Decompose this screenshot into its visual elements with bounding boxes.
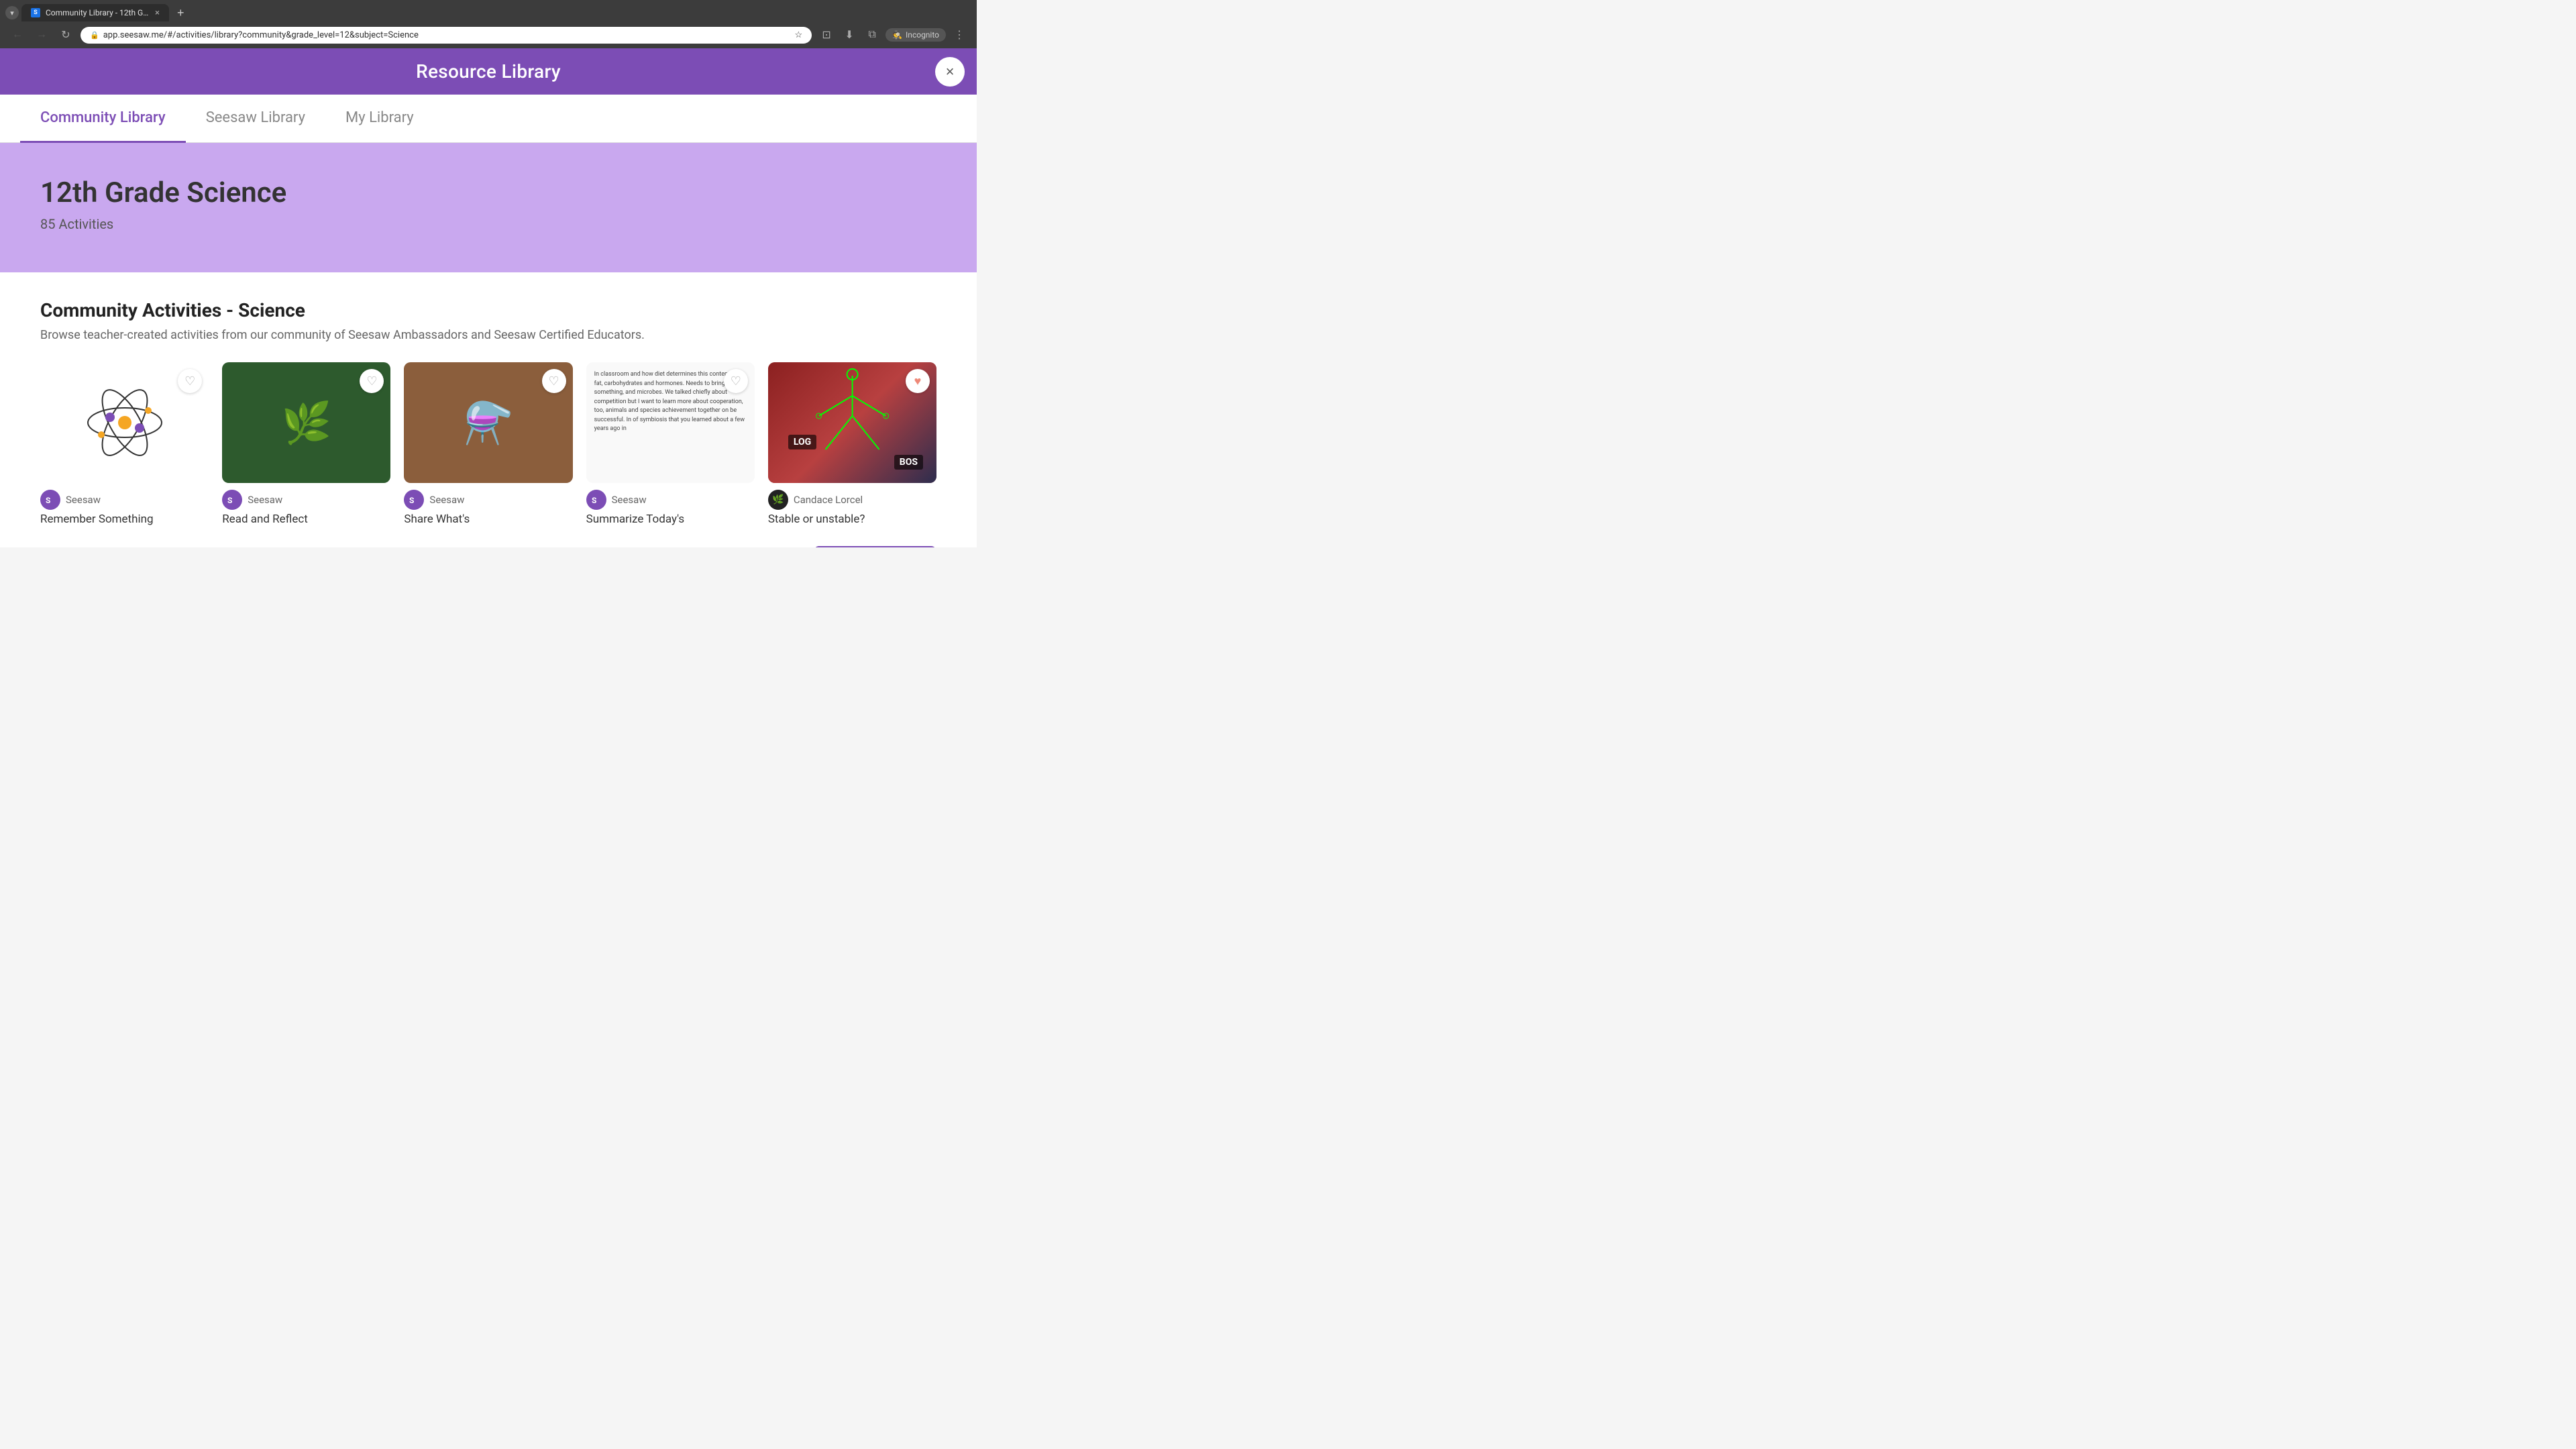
nav-actions: ⊡ ⬇ ⧉ 🕵 Incognito ⋮ [817, 25, 969, 44]
seesaw-logo-1: S [225, 493, 239, 506]
bos-label: BOS [894, 455, 923, 470]
resource-library-title: Resource Library [12, 60, 965, 83]
main-content: Community Activities - Science Browse te… [0, 272, 977, 547]
section-description: Browse teacher-created activities from o… [40, 328, 936, 342]
svg-text:S: S [227, 496, 232, 505]
plant-emoji: 🌿 [281, 399, 331, 447]
back-button[interactable]: ← [8, 25, 27, 44]
nav-bar: ← → ↻ 🔒 app.seesaw.me/#/activities/libra… [0, 21, 977, 48]
card-thumbnail-person: LOG BOS ♥ [768, 362, 936, 483]
card-stable-unstable[interactable]: LOG BOS ♥ 🌿 Candace Lorcel Stable or uns… [768, 362, 936, 526]
lock-icon: 🔒 [90, 31, 99, 40]
url-text: app.seesaw.me/#/activities/library?commu… [103, 30, 791, 40]
like-button-1[interactable]: ♡ [360, 369, 384, 393]
author-name-4: Candace Lorcel [794, 494, 863, 506]
hero-activities-count: 85 Activities [40, 216, 936, 232]
like-button-2[interactable]: ♡ [542, 369, 566, 393]
svg-text:S: S [46, 496, 50, 505]
like-button-4[interactable]: ♥ [906, 369, 930, 393]
tab-my-library[interactable]: My Library [325, 95, 434, 143]
app-header: Resource Library × [0, 48, 977, 95]
card-title-0: Remember Something [40, 513, 209, 526]
address-bar[interactable]: 🔒 app.seesaw.me/#/activities/library?com… [80, 27, 812, 44]
view-collection-button[interactable]: View Collection [814, 546, 936, 547]
close-button[interactable]: × [935, 57, 965, 87]
candace-avatar-icon: 🌿 [772, 494, 784, 505]
candace-avatar: 🌿 [768, 490, 788, 510]
card-author-4: 🌿 Candace Lorcel [768, 490, 936, 510]
card-title-1: Read and Reflect [222, 513, 390, 526]
card-remember-something[interactable]: ♡ S Seesaw Remember Something [40, 362, 209, 526]
author-name-0: Seesaw [66, 494, 101, 506]
card-title-2: Share What's [404, 513, 572, 526]
bookmark-icon[interactable]: ☆ [794, 30, 802, 40]
active-tab[interactable]: S Community Library - 12th Grad... × [21, 4, 169, 21]
card-title-4: Stable or unstable? [768, 513, 936, 526]
seesaw-logo-2: S [407, 493, 421, 506]
seesaw-avatar-2: S [404, 490, 424, 510]
tab-community-library[interactable]: Community Library [20, 95, 186, 143]
card-title-3: Summarize Today's [586, 513, 755, 526]
like-button-0[interactable]: ♡ [178, 369, 202, 393]
seesaw-avatar-3: S [586, 490, 606, 510]
page-wrapper: Resource Library × Community Library See… [0, 48, 977, 547]
card-summarize-todays[interactable]: In classroom and how diet determines thi… [586, 362, 755, 526]
hero-grade-title: 12th Grade Science [40, 176, 936, 209]
more-button[interactable]: ⋮ [950, 25, 969, 44]
author-name-1: Seesaw [248, 494, 282, 506]
tab-favicon: S [31, 8, 40, 17]
browser-chrome: ▾ S Community Library - 12th Grad... × +… [0, 0, 977, 48]
seesaw-avatar-1: S [222, 490, 242, 510]
activity-cards-row: ♡ S Seesaw Remember Something 🌿 ♡ [40, 362, 936, 526]
section-title: Community Activities - Science [40, 299, 936, 321]
incognito-badge: 🕵 Incognito [885, 28, 946, 42]
card-thumbnail-plant: 🌿 ♡ [222, 362, 390, 483]
seesaw-avatar-0: S [40, 490, 60, 510]
like-button-3[interactable]: ♡ [724, 369, 748, 393]
new-tab-button[interactable]: + [172, 5, 190, 21]
card-thumbnail-text: In classroom and how diet determines thi… [586, 362, 755, 483]
tab-bar: ▾ S Community Library - 12th Grad... × + [0, 0, 977, 21]
seesaw-logo-0: S [44, 493, 57, 506]
card-share-whats[interactable]: ⚗️ ♡ S Seesaw Share What's [404, 362, 572, 526]
card-thumbnail-beaker: ⚗️ ♡ [404, 362, 572, 483]
card-author-1: S Seesaw [222, 490, 390, 510]
tab-title: Community Library - 12th Grad... [46, 8, 150, 17]
card-text-content: In classroom and how diet determines thi… [594, 371, 745, 432]
tab-close-btn[interactable]: × [155, 9, 160, 17]
card-read-and-reflect[interactable]: 🌿 ♡ S Seesaw Read and Reflect [222, 362, 390, 526]
card-author-3: S Seesaw [586, 490, 755, 510]
forward-button[interactable]: → [32, 25, 51, 44]
library-tabs: Community Library Seesaw Library My Libr… [0, 95, 977, 143]
download-button[interactable]: ⬇ [840, 25, 859, 44]
svg-text:S: S [409, 496, 414, 505]
split-button[interactable]: ⧉ [863, 25, 881, 44]
seesaw-logo-3: S [590, 493, 603, 506]
atom-icon [85, 382, 165, 463]
svg-text:S: S [592, 496, 596, 505]
card-author-2: S Seesaw [404, 490, 572, 510]
log-label: LOG [788, 435, 816, 449]
hero-banner: 12th Grade Science 85 Activities [0, 143, 977, 272]
incognito-icon: 🕵 [892, 30, 902, 40]
card-thumbnail-atom: ♡ [40, 362, 209, 483]
extensions-button[interactable]: ⊡ [817, 25, 836, 44]
card-author-0: S Seesaw [40, 490, 209, 510]
tab-seesaw-library[interactable]: Seesaw Library [186, 95, 325, 143]
beaker-emoji: ⚗️ [464, 399, 514, 447]
author-name-2: Seesaw [429, 494, 464, 506]
incognito-label: Incognito [906, 30, 939, 40]
author-name-3: Seesaw [612, 494, 647, 506]
reload-button[interactable]: ↻ [56, 25, 75, 44]
bottom-row: Added to Topics View Collection [40, 546, 936, 547]
tab-selector[interactable]: ▾ [5, 6, 19, 19]
